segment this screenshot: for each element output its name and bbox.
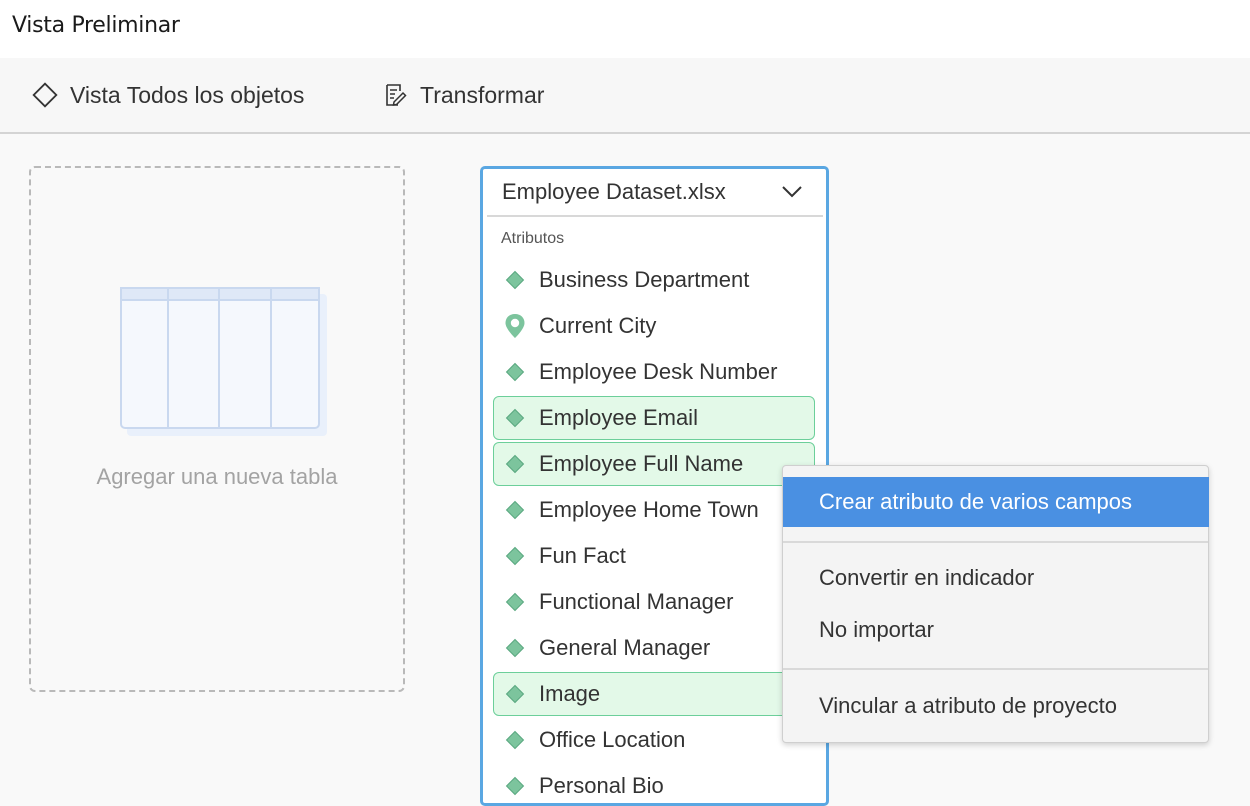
window-title: Vista Preliminar <box>12 13 180 38</box>
attribute-row[interactable]: Office Location <box>493 718 815 762</box>
attribute-row[interactable]: Current City <box>493 304 815 348</box>
attribute-name: Image <box>539 681 601 706</box>
add-table-drop-zone[interactable]: Agregar una nueva tabla <box>29 166 405 692</box>
attribute-row[interactable]: Functional Manager <box>493 580 815 624</box>
attribute-row[interactable]: Fun Fact <box>493 534 815 578</box>
attribute-diamond-icon <box>503 360 527 384</box>
create-multi-field-attribute-item[interactable]: Crear atributo de varios campos <box>783 477 1209 527</box>
table-illustration-icon <box>119 286 331 451</box>
attribute-name: Office Location <box>539 727 686 752</box>
attribute-row[interactable]: Image <box>493 672 815 716</box>
attribute-diamond-icon <box>503 636 527 660</box>
attribute-name: Employee Full Name <box>539 451 744 476</box>
convert-to-metric-item[interactable]: Convertir en indicador <box>783 553 1208 603</box>
attribute-row[interactable]: Employee Home Town <box>493 488 815 532</box>
location-pin-icon <box>503 314 527 338</box>
view-all-objects-button[interactable]: Vista Todos los objetos <box>32 58 304 132</box>
title-bar: Vista Preliminar <box>0 0 1250 58</box>
toolbar: Vista Todos los objetos Transformar <box>0 58 1250 134</box>
attribute-row[interactable]: Employee Full Name <box>493 442 815 486</box>
attribute-diamond-icon <box>503 682 527 706</box>
attribute-diamond-icon <box>503 498 527 522</box>
attribute-row[interactable]: Personal Bio <box>493 764 815 803</box>
attribute-name: Employee Email <box>539 405 698 430</box>
table-card-header[interactable]: Employee Dataset.xlsx <box>487 169 823 217</box>
attribute-diamond-icon <box>503 728 527 752</box>
attribute-diamond-icon <box>503 544 527 568</box>
attribute-name: General Manager <box>539 635 711 660</box>
dataset-table-card[interactable]: Employee Dataset.xlsx Atributos Business… <box>480 166 829 806</box>
link-to-project-attribute-item[interactable]: Vincular a atributo de proyecto <box>783 681 1208 731</box>
menu-separator <box>783 668 1208 670</box>
menu-separator <box>783 541 1208 543</box>
attribute-row[interactable]: Business Department <box>493 258 815 302</box>
transform-label: Transformar <box>420 81 545 108</box>
attribute-name: Employee Desk Number <box>539 359 778 384</box>
diamond-outline-icon <box>32 82 58 108</box>
attribute-diamond-icon <box>503 406 527 430</box>
context-menu: Crear atributo de varios campos Converti… <box>782 465 1209 743</box>
attribute-name: Business Department <box>539 267 750 292</box>
attributes-section-label: Atributos <box>501 230 565 247</box>
attribute-diamond-icon <box>503 452 527 476</box>
add-table-label: Agregar una nueva tabla <box>96 464 338 489</box>
do-not-import-item[interactable]: No importar <box>783 605 1208 655</box>
attribute-diamond-icon <box>503 268 527 292</box>
attribute-diamond-icon <box>503 590 527 614</box>
chevron-down-icon[interactable] <box>781 181 803 203</box>
attribute-row[interactable]: Employee Email <box>493 396 815 440</box>
attribute-name: Current City <box>539 313 657 338</box>
attribute-row[interactable]: Employee Desk Number <box>493 350 815 394</box>
dataset-file-name: Employee Dataset.xlsx <box>502 179 726 204</box>
attribute-row[interactable]: General Manager <box>493 626 815 670</box>
attribute-name: Functional Manager <box>539 589 734 614</box>
attribute-name: Employee Home Town <box>539 497 759 522</box>
attribute-diamond-icon <box>503 774 527 798</box>
attribute-name: Personal Bio <box>539 773 664 798</box>
view-all-objects-label: Vista Todos los objetos <box>70 81 305 108</box>
attribute-name: Fun Fact <box>539 543 626 568</box>
edit-document-icon <box>382 82 408 108</box>
transform-button[interactable]: Transformar <box>382 58 544 132</box>
